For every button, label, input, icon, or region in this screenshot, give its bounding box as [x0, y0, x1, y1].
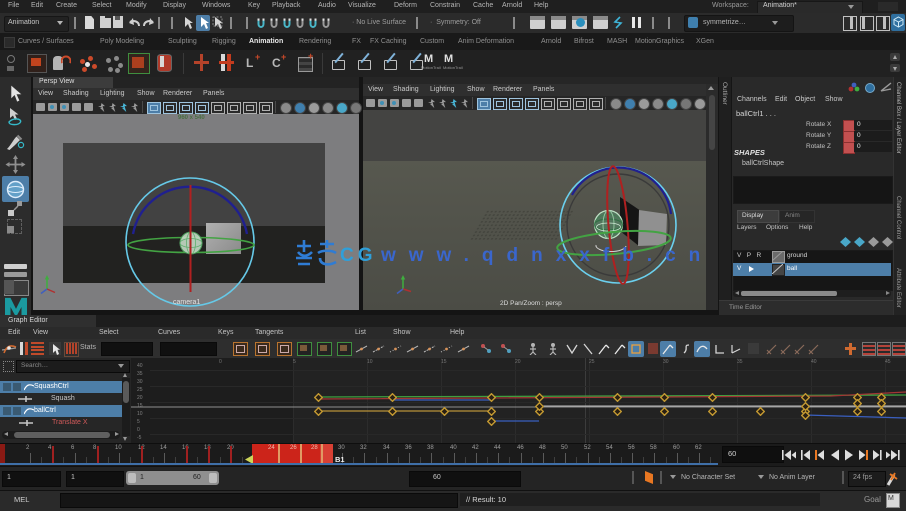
svg-text:www.qdnxxfb.cn: www.qdnxxfb.cn — [380, 245, 713, 266]
svg-text:CG: CG — [340, 245, 377, 266]
